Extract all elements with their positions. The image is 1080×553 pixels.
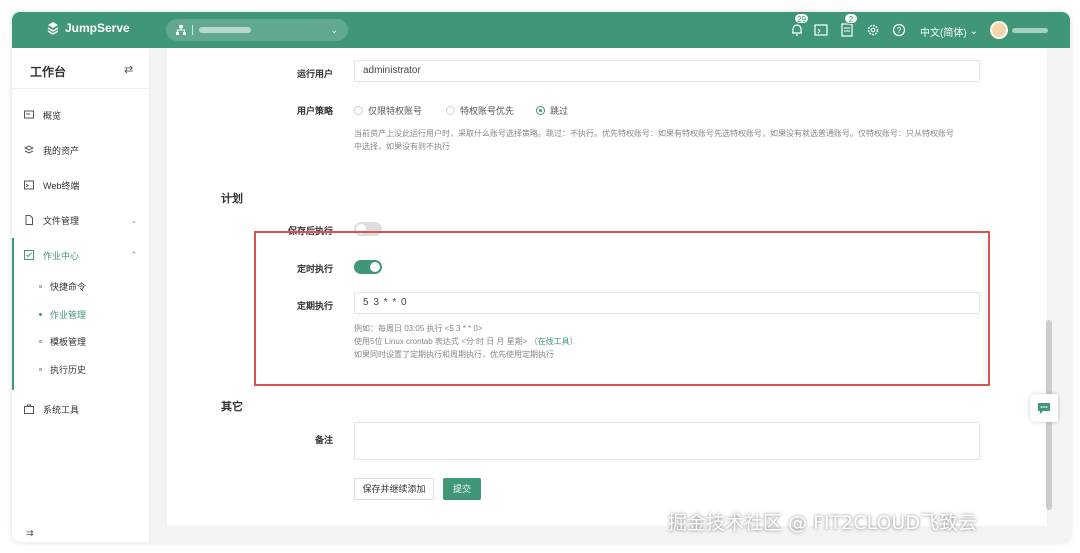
ticket-icon[interactable]: 2 xyxy=(840,13,858,37)
org-name-redacted xyxy=(199,27,251,33)
cron-help-line: 使用5位 Linux crontab 表达式 <分 时 日 月 星期> （在线工… xyxy=(354,335,984,348)
language-label: 中文(简体) xyxy=(920,28,967,39)
periodic-label: 定期执行 xyxy=(296,301,333,311)
overview-icon xyxy=(24,110,34,119)
scheduled-toggle[interactable] xyxy=(354,260,382,274)
web-terminal-icon[interactable] xyxy=(814,23,828,37)
top-bar: JumpServe ⌄ 29 2 ? 中文(简体) ⌄ xyxy=(12,12,1070,48)
radio-label: 特权账号优先 xyxy=(460,106,515,116)
bullet-icon xyxy=(39,285,42,288)
toggle-knob xyxy=(370,262,380,272)
policy-help-line: 中选择，如果没有则不执行 xyxy=(354,142,450,151)
sidebar-item-label: 概览 xyxy=(43,110,62,121)
assets-icon xyxy=(24,145,34,154)
radio-circle xyxy=(446,106,455,115)
sidebar-subitem-execution-history[interactable]: 执行历史 xyxy=(39,363,86,376)
username-redacted[interactable] xyxy=(1012,28,1048,33)
sidebar-item-label: 我的资产 xyxy=(43,145,80,156)
run-user-input[interactable]: administrator xyxy=(354,60,980,82)
chevron-up-icon: ⌃ xyxy=(130,249,138,260)
online-tool-link[interactable]: 在线工具 xyxy=(538,337,570,346)
sidebar-subitem-label: 执行历史 xyxy=(50,365,87,375)
radio-circle xyxy=(536,106,545,115)
sidebar-subitem-template-management[interactable]: 模板管理 xyxy=(39,335,86,348)
jumpserver-logo-icon xyxy=(47,22,59,35)
policy-help-line: 当前资产上没此运行用户时，采取什么账号选择策略。跳过：不执行。优先特权账号：如果… xyxy=(354,129,954,138)
policy-radio-privileged-only[interactable]: 仅限特权账号 xyxy=(354,104,422,117)
cron-help-line: 例如：每周日 03:05 执行 <5 3 * * 0> xyxy=(354,324,483,333)
sidebar-item-overview[interactable]: 概览 xyxy=(24,108,61,122)
view-switch-icon[interactable]: ⇄ xyxy=(124,63,133,76)
language-select[interactable]: 中文(简体) ⌄ xyxy=(920,24,978,39)
sidebar-item-label: 作业中心 xyxy=(43,250,80,261)
notification-bell-icon[interactable]: 29 xyxy=(790,13,809,37)
chat-bubble-icon xyxy=(1038,403,1050,414)
plan-section-title: 计划 xyxy=(221,193,243,205)
bullet-icon xyxy=(39,340,42,343)
sidebar-item-label: Web终端 xyxy=(43,180,80,191)
run-user-label: 运行用户 xyxy=(296,69,333,79)
sidebar-subitem-label: 作业管理 xyxy=(50,310,87,320)
tools-icon xyxy=(24,404,34,414)
sidebar-item-web-terminal[interactable]: Web终端 xyxy=(24,178,79,192)
sidebar-subitem-job-management[interactable]: 作业管理 xyxy=(39,308,86,321)
sidebar-item-system-tools[interactable]: 系统工具 xyxy=(24,402,79,416)
watermark: 掘金技术社区 @ FIT2CLOUD飞致云 xyxy=(668,512,977,534)
sidebar-subitem-quick-command[interactable]: 快捷命令 xyxy=(39,280,86,293)
chevron-down-icon: ⌄ xyxy=(130,214,138,225)
sidebar-item-file-management[interactable]: 文件管理 ⌄ xyxy=(24,213,138,227)
sidebar-collapse-icon[interactable]: ⇉ xyxy=(26,528,34,539)
save-and-continue-button[interactable]: 保存并继续添加 xyxy=(354,478,434,500)
sidebar-item-label: 系统工具 xyxy=(43,404,80,415)
ticket-badge: 2 xyxy=(844,13,858,24)
user-avatar[interactable] xyxy=(990,21,1008,39)
scheduled-label: 定时执行 xyxy=(296,264,333,274)
radio-label: 跳过 xyxy=(550,106,569,116)
cron-help-prefix: 使用5位 Linux crontab 表达式 <分 时 日 月 星期> （ xyxy=(354,337,538,346)
radio-circle xyxy=(354,106,363,115)
file-icon xyxy=(25,215,33,225)
sidebar-subitem-label: 模板管理 xyxy=(50,337,87,347)
policy-radio-privileged-first[interactable]: 特权账号优先 xyxy=(446,104,514,117)
user-policy-label: 用户策略 xyxy=(296,106,333,116)
comment-textarea[interactable] xyxy=(354,422,980,460)
other-section-title: 其它 xyxy=(221,401,243,413)
settings-gear-icon[interactable] xyxy=(866,23,880,37)
chevron-down-icon: ⌄ xyxy=(969,26,979,37)
cron-help-suffix: ） xyxy=(569,337,578,346)
radio-label: 仅限特权账号 xyxy=(368,106,423,116)
help-question-icon[interactable]: ? xyxy=(892,23,906,37)
job-icon xyxy=(24,250,34,260)
chevron-down-icon: ⌄ xyxy=(330,24,338,35)
sidebar-subitem-label: 快捷命令 xyxy=(50,282,87,292)
comment-label: 备注 xyxy=(314,435,333,445)
app-name: JumpServe xyxy=(65,21,130,35)
cron-help-line: 如果同时设置了定期执行和周期执行，优先使用定期执行 xyxy=(354,350,554,359)
terminal-icon xyxy=(24,180,34,190)
sidebar-item-my-assets[interactable]: 我的资产 xyxy=(24,143,79,157)
sidebar-item-label: 文件管理 xyxy=(43,215,80,226)
sidebar-item-job-center[interactable]: 作业中心 ⌃ xyxy=(24,248,138,262)
active-indicator xyxy=(12,238,14,390)
sidebar-title: 工作台 xyxy=(30,65,67,79)
periodic-cron-input[interactable]: 5 3 * * 0 xyxy=(354,292,980,314)
app-logo[interactable]: JumpServe xyxy=(46,21,130,35)
chat-assistant-button[interactable] xyxy=(1030,394,1058,422)
policy-radio-skip[interactable]: 跳过 xyxy=(536,104,568,117)
bullet-icon xyxy=(39,313,42,316)
sidebar: 工作台 ⇄ 概览 我的资产 Web终端 文件管理 ⌄ 作业中心 ⌃ 快捷命令 作… xyxy=(12,48,150,542)
svg-text:?: ? xyxy=(897,26,902,35)
policy-help-text: 当前资产上没此运行用户时，采取什么账号选择策略。跳过：不执行。优先特权账号：如果… xyxy=(354,127,984,153)
sidebar-divider xyxy=(12,88,150,89)
org-icon xyxy=(176,25,186,35)
org-separator xyxy=(192,25,193,35)
cron-help-text: 例如：每周日 03:05 执行 <5 3 * * 0> 使用5位 Linux c… xyxy=(354,322,984,361)
organization-select[interactable]: ⌄ xyxy=(166,19,348,41)
bullet-icon xyxy=(39,368,42,371)
notification-badge: 29 xyxy=(794,13,809,24)
submit-button[interactable]: 提交 xyxy=(443,478,481,500)
